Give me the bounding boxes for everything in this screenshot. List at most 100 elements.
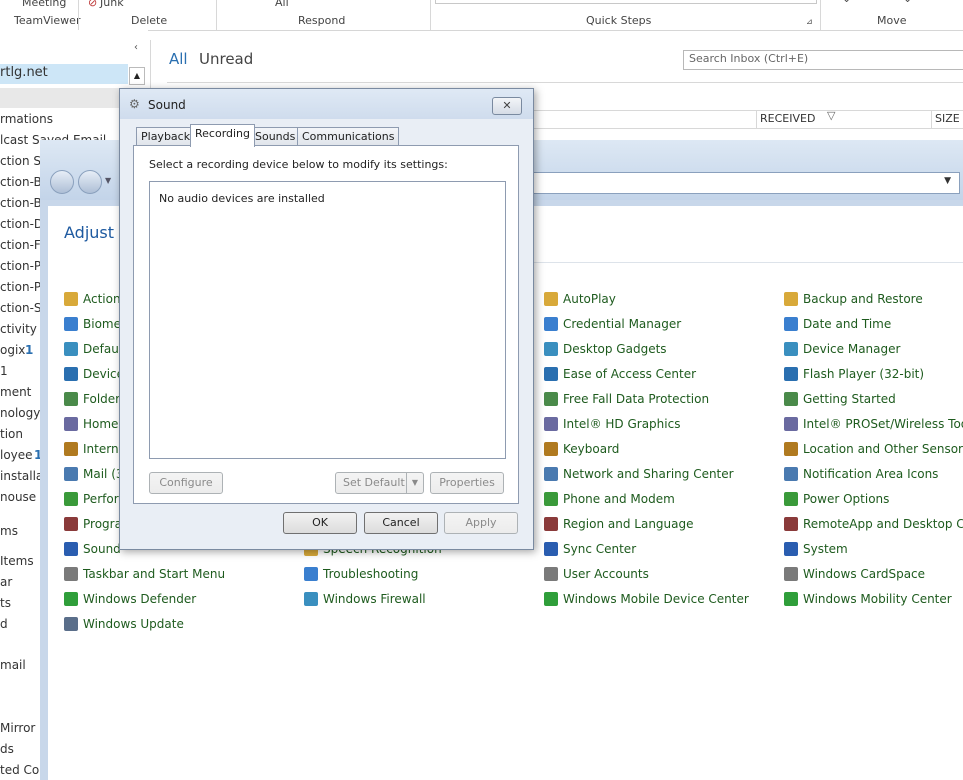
filter-unread-tab[interactable]: Unread — [199, 50, 253, 68]
folder-item[interactable]: ction-D — [0, 217, 43, 231]
cp-item-windows-mobility-center[interactable]: Windows Mobility Center — [784, 590, 952, 608]
cp-item-free-fall-data-protection[interactable]: Free Fall Data Protection — [544, 390, 709, 408]
cp-item-windows-firewall[interactable]: Windows Firewall — [304, 590, 426, 608]
cp-item-troubleshooting[interactable]: Troubleshooting — [304, 565, 418, 583]
folder-item[interactable]: ction-B — [0, 196, 42, 210]
cp-item-intel-proset-wireless-tools[interactable]: Intel® PROSet/Wireless Tools — [784, 415, 963, 433]
cp-item-biome[interactable]: Biome — [64, 315, 121, 333]
cp-item-intel-hd-graphics[interactable]: Intel® HD Graphics — [544, 415, 680, 433]
folder-item[interactable]: loyee — [0, 448, 33, 462]
folder-item[interactable]: ms — [0, 524, 18, 538]
junk-button[interactable]: Junk — [100, 0, 124, 9]
folder-item[interactable]: ction-B — [0, 175, 42, 189]
cp-item-device-manager[interactable]: Device Manager — [784, 340, 900, 358]
cp-item-mail-3[interactable]: Mail (3 — [64, 465, 124, 483]
folder-item[interactable]: mail — [0, 658, 26, 672]
folder-item[interactable]: rmations — [0, 112, 53, 126]
folder-item[interactable]: ar — [0, 575, 12, 589]
folder-item[interactable]: d — [0, 617, 8, 631]
junk-icon[interactable]: ⊘ — [88, 0, 97, 9]
tab-playback[interactable]: Playback — [136, 127, 196, 146]
tab-recording[interactable]: Recording — [190, 124, 256, 147]
cp-item-sync-center[interactable]: Sync Center — [544, 540, 636, 558]
folder-item[interactable]: ction-F — [0, 238, 41, 252]
properties-button[interactable]: Properties — [430, 472, 504, 494]
configure-button[interactable]: Configure — [149, 472, 223, 494]
filter-all-tab[interactable]: All — [169, 50, 188, 68]
account-row[interactable]: rtlg.net — [0, 64, 128, 84]
control-panel-applet-icon — [544, 517, 558, 531]
folder-item[interactable]: ds — [0, 742, 14, 756]
set-default-button[interactable]: Set Default — [335, 472, 416, 494]
cp-item-folder[interactable]: Folder — [64, 390, 120, 408]
chevron-down-icon[interactable]: ⌄ — [842, 0, 851, 5]
cp-item-desktop-gadgets[interactable]: Desktop Gadgets — [544, 340, 667, 358]
search-inbox-input[interactable]: Search Inbox (Ctrl+E) — [683, 50, 963, 70]
cp-item-notification-area-icons[interactable]: Notification Area Icons — [784, 465, 938, 483]
close-button[interactable]: ✕ — [492, 97, 522, 115]
cp-item-ease-of-access-center[interactable]: Ease of Access Center — [544, 365, 696, 383]
cp-item-label: Windows Update — [83, 617, 184, 631]
folder-item[interactable]: ogix — [0, 343, 25, 357]
cp-item-progra[interactable]: Progra — [64, 515, 122, 533]
cp-item-action[interactable]: Action — [64, 290, 121, 308]
cp-item-flash-player-32-bit[interactable]: Flash Player (32-bit) — [784, 365, 924, 383]
folder-item[interactable]: installa — [0, 469, 43, 483]
tab-communications[interactable]: Communications — [297, 127, 400, 146]
cp-item-sound[interactable]: Sound — [64, 540, 121, 558]
respond-all-button[interactable]: All — [275, 0, 289, 9]
cancel-button[interactable]: Cancel — [364, 512, 438, 534]
cp-item-defaul[interactable]: Defaul — [64, 340, 122, 358]
cp-item-windows-defender[interactable]: Windows Defender — [64, 590, 196, 608]
cp-item-windows-cardspace[interactable]: Windows CardSpace — [784, 565, 925, 583]
folder-item[interactable]: ction-P — [0, 280, 41, 294]
folder-item[interactable]: ts — [0, 596, 11, 610]
cp-item-location-and-other-sensors[interactable]: Location and Other Sensors — [784, 440, 963, 458]
cp-item-network-and-sharing-center[interactable]: Network and Sharing Center — [544, 465, 734, 483]
cp-item-user-accounts[interactable]: User Accounts — [544, 565, 649, 583]
quick-steps-gallery[interactable] — [435, 0, 817, 4]
cp-item-remoteapp-and-desktop-conn[interactable]: RemoteApp and Desktop Conn — [784, 515, 963, 533]
column-received[interactable]: RECEIVED — [760, 112, 815, 125]
folder-item[interactable]: Items — [0, 554, 34, 568]
cp-item-getting-started[interactable]: Getting Started — [784, 390, 896, 408]
cp-item-home[interactable]: Home — [64, 415, 118, 433]
collapse-pane-icon[interactable]: ‹ — [134, 42, 138, 53]
folder-item[interactable]: Mirror — [0, 721, 35, 735]
apply-button[interactable]: Apply — [444, 512, 518, 534]
cp-item-device[interactable]: Device — [64, 365, 124, 383]
recording-device-list[interactable]: No audio devices are installed — [149, 181, 506, 459]
cp-item-region-and-language[interactable]: Region and Language — [544, 515, 694, 533]
address-dropdown-icon[interactable]: ▼ — [944, 176, 951, 186]
cp-item-credential-manager[interactable]: Credential Manager — [544, 315, 681, 333]
folder-item[interactable]: ction-S — [0, 301, 42, 315]
cp-item-system[interactable]: System — [784, 540, 848, 558]
back-button[interactable] — [50, 170, 74, 194]
forward-button[interactable] — [78, 170, 102, 194]
folder-item[interactable]: tion — [0, 427, 23, 441]
cp-item-power-options[interactable]: Power Options — [784, 490, 889, 508]
tab-sounds[interactable]: Sounds — [250, 127, 301, 146]
scroll-up-icon[interactable]: ▲ — [129, 67, 145, 85]
sort-down-icon[interactable]: ▽ — [827, 109, 835, 122]
history-dropdown-icon[interactable]: ▼ — [105, 176, 111, 185]
cp-item-backup-and-restore[interactable]: Backup and Restore — [784, 290, 923, 308]
folder-item[interactable]: ctivity — [0, 322, 37, 336]
chevron-down-icon[interactable]: ⌄ — [903, 0, 912, 5]
meeting-button[interactable]: Meeting — [22, 0, 66, 9]
set-default-dropdown-icon[interactable]: ▼ — [406, 472, 424, 494]
cp-item-date-and-time[interactable]: Date and Time — [784, 315, 891, 333]
cp-item-taskbar-and-start-menu[interactable]: Taskbar and Start Menu — [64, 565, 225, 583]
cp-item-phone-and-modem[interactable]: Phone and Modem — [544, 490, 675, 508]
cp-item-keyboard[interactable]: Keyboard — [544, 440, 619, 458]
dialog-launcher-icon[interactable]: ⊿ — [806, 17, 813, 26]
ok-button[interactable]: OK — [283, 512, 357, 534]
folder-item[interactable]: ment — [0, 385, 31, 399]
folder-item[interactable]: 1 — [0, 364, 8, 378]
cp-item-interne[interactable]: Interne — [64, 440, 126, 458]
cp-item-windows-mobile-device-center[interactable]: Windows Mobile Device Center — [544, 590, 749, 608]
folder-item[interactable]: ction-P — [0, 259, 41, 273]
cp-item-windows-update[interactable]: Windows Update — [64, 615, 184, 633]
cp-item-autoplay[interactable]: AutoPlay — [544, 290, 616, 308]
column-size[interactable]: SIZE — [935, 112, 960, 125]
